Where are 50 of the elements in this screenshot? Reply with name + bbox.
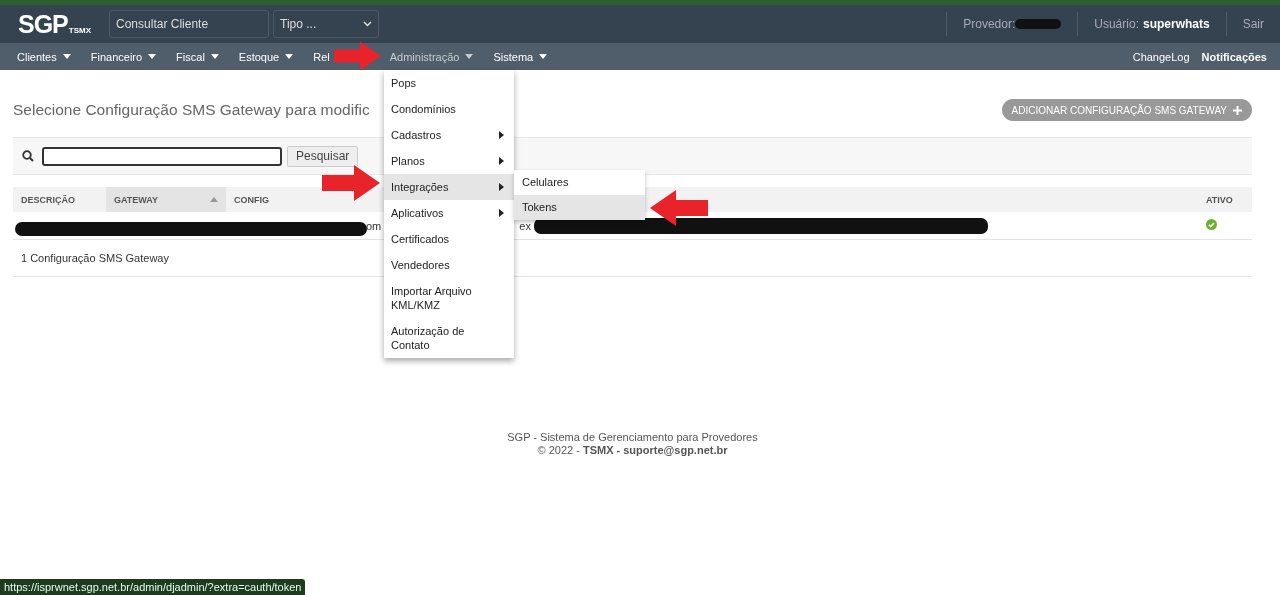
column-header[interactable]: GATEWAY [106, 187, 226, 212]
submenu-item[interactable]: Tokens [514, 195, 645, 220]
pointer-arrow [322, 165, 380, 201]
type-dropdown[interactable]: Tipo ... [273, 10, 380, 38]
nav-menu-item[interactable]: Estoque [230, 50, 302, 63]
dropdown-menu-item[interactable]: Integrações [384, 174, 514, 200]
search-button[interactable]: Pesquisar [287, 145, 359, 167]
caret-icon [148, 54, 157, 59]
dropdown-menu-item[interactable]: Certificados [384, 226, 514, 252]
nav-menu-item[interactable]: Administração [381, 50, 482, 63]
caret-icon [465, 54, 474, 59]
dropdown-menu-item[interactable]: Vendedores [384, 252, 514, 278]
dropdown-menu-item[interactable]: Importar Arquivo KML/KMZ [384, 278, 514, 318]
pointer-arrow [650, 190, 708, 226]
record-count: 1 Configuração SMS Gateway [21, 252, 169, 264]
caret-icon [62, 54, 71, 59]
provider-label: Provedor: [963, 17, 1016, 31]
caret-icon [210, 54, 219, 59]
dropdown-menu-item[interactable]: Pops [384, 70, 514, 96]
status-url: https://isprwnet.sgp.net.br/admin/djadmin/?extra=cauth/token [0, 579, 306, 595]
logo[interactable]: SGPTSMX [18, 11, 92, 37]
search-field[interactable]: Consultar Cliente [109, 10, 270, 38]
nav-menu-item[interactable]: Financeiro [82, 50, 165, 63]
footer-text: SGP - Sistema de Gerenciamento para Provedores [506, 431, 759, 444]
nav-menu-item[interactable]: Fiscal [168, 50, 227, 63]
dropdown-menu-item[interactable]: Autorização de Contato [384, 318, 514, 358]
plus-icon [1233, 105, 1242, 115]
dropdown-menu-item[interactable]: Planos [384, 148, 514, 174]
caret-icon [539, 54, 548, 59]
caret-icon [285, 54, 294, 59]
nav-menu-item[interactable]: Clientes [9, 50, 79, 63]
dropdown-menu-item[interactable]: Condomínios [384, 96, 514, 122]
logout-link[interactable]: Sair [1242, 17, 1264, 31]
chevron-icon [363, 21, 373, 27]
nav-link[interactable]: Notificações [1195, 50, 1273, 63]
footer-text: © 2022 - TSMX - suporte@sgp.net.br [536, 444, 729, 457]
redaction-mark [1015, 19, 1062, 29]
page-title: Selecione Configuração SMS Gateway para modific [13, 101, 370, 119]
search-input[interactable] [42, 146, 282, 166]
column-header[interactable]: ATIVO [1198, 187, 1252, 212]
nav-menu-item[interactable]: Sistema [485, 50, 556, 63]
user-label: Usuário: superwhats [1094, 17, 1210, 31]
dropdown-menu-item[interactable]: Cadastros [384, 122, 514, 148]
column-header[interactable]: DESCRIÇÃO [13, 187, 106, 212]
table-cell: ex [519, 219, 531, 232]
search-icon [22, 150, 34, 162]
table-cell: om [366, 219, 382, 232]
sort-icon [210, 197, 218, 202]
nav-link[interactable]: ChangeLog [1126, 50, 1196, 63]
nav-menu-item[interactable]: Rel [305, 50, 330, 63]
